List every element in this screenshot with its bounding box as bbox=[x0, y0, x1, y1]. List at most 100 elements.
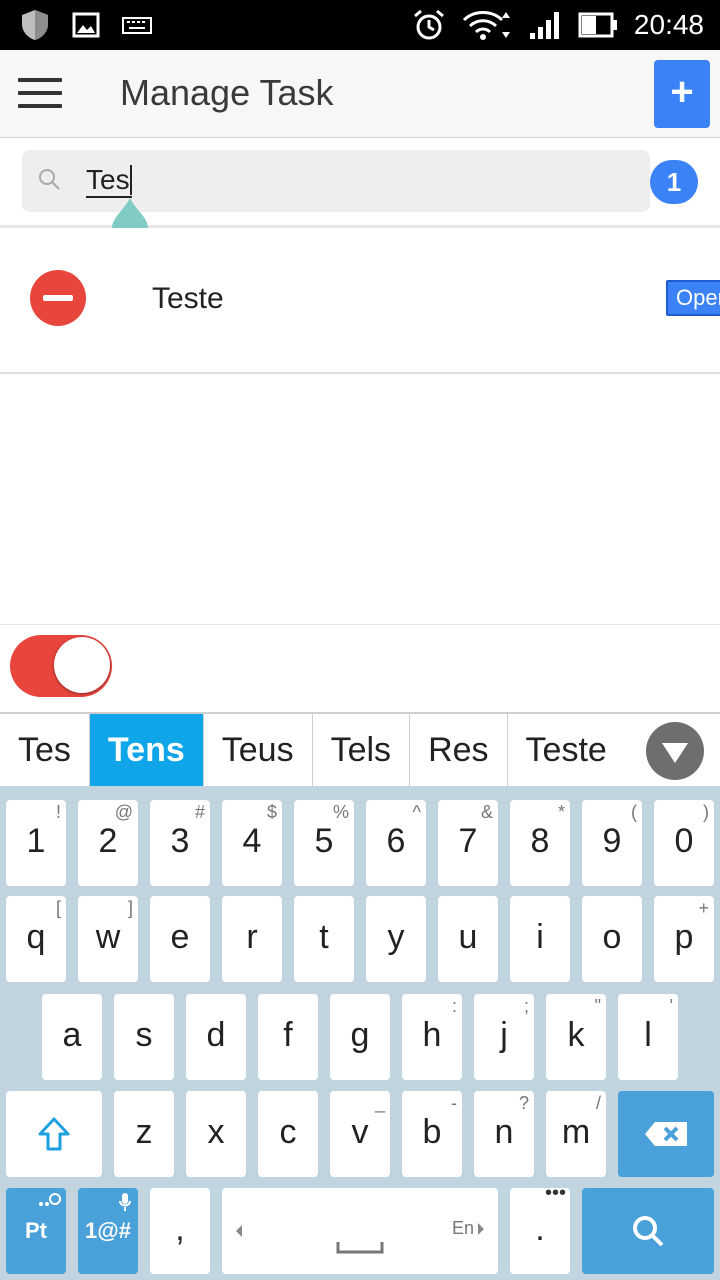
key-label: e bbox=[170, 918, 190, 956]
key-b[interactable]: b- bbox=[402, 1091, 462, 1177]
key-alt-label: + bbox=[698, 898, 709, 918]
key-label: d bbox=[206, 1016, 226, 1054]
key-label: , bbox=[175, 1210, 185, 1248]
key-h[interactable]: h: bbox=[402, 994, 462, 1080]
key-v[interactable]: v _ bbox=[330, 1091, 390, 1177]
menu-button[interactable] bbox=[18, 78, 62, 112]
key-y[interactable]: y bbox=[366, 896, 426, 982]
key-label: q bbox=[26, 918, 46, 956]
battery-icon bbox=[578, 12, 617, 38]
shift-key[interactable] bbox=[6, 1091, 102, 1177]
key-q[interactable]: q[ bbox=[6, 896, 66, 982]
search-key[interactable] bbox=[582, 1188, 714, 1274]
toggle-row bbox=[0, 624, 720, 712]
key-1[interactable]: 1! bbox=[6, 800, 66, 886]
key-alt-label: # bbox=[194, 802, 205, 822]
key-label: z bbox=[135, 1113, 153, 1151]
key-label: g bbox=[350, 1016, 370, 1054]
key-e[interactable]: e bbox=[150, 896, 210, 982]
key-n[interactable]: n? bbox=[474, 1091, 534, 1177]
key-alt-label: ? bbox=[518, 1093, 529, 1113]
key-p[interactable]: p + bbox=[654, 896, 714, 982]
key-i[interactable]: i bbox=[510, 896, 570, 982]
microphone-icon bbox=[119, 1193, 131, 1211]
language-key[interactable]: Pt bbox=[6, 1188, 66, 1274]
suggestion-item[interactable]: Teus bbox=[204, 714, 313, 786]
key-alt-label: ' bbox=[669, 996, 673, 1016]
key-6[interactable]: 6 ^ bbox=[366, 800, 426, 886]
key-x[interactable]: x bbox=[186, 1091, 246, 1177]
key-a[interactable]: a bbox=[42, 994, 102, 1080]
key-g[interactable]: g bbox=[330, 994, 390, 1080]
suggestion-item-active[interactable]: Tens bbox=[89, 714, 204, 786]
key-label: 1 bbox=[26, 822, 46, 860]
key-l[interactable]: l ' bbox=[618, 994, 678, 1080]
key-5[interactable]: 5% bbox=[294, 800, 354, 886]
key-u[interactable]: u bbox=[438, 896, 498, 982]
page-title: Manage Task bbox=[120, 72, 334, 113]
key-alt-label: - bbox=[451, 1093, 457, 1113]
key-0[interactable]: 0) bbox=[654, 800, 714, 886]
space-key[interactable]: En bbox=[222, 1188, 498, 1274]
key-9[interactable]: 9( bbox=[582, 800, 642, 886]
list-item[interactable]: Teste Open bbox=[0, 228, 720, 374]
toggle-switch[interactable] bbox=[10, 635, 112, 697]
key-label: o bbox=[602, 918, 622, 956]
suggestion-bar: Tes Tens Teus Tels Res Teste bbox=[0, 712, 720, 786]
key-alt-label: [ bbox=[55, 898, 61, 918]
key-label: 5 bbox=[314, 822, 334, 860]
key-alt-label: ] bbox=[127, 898, 133, 918]
key-w[interactable]: w] bbox=[78, 896, 138, 982]
key-j[interactable]: j; bbox=[474, 994, 534, 1080]
more-dots: ••• bbox=[544, 1182, 566, 1204]
key-o[interactable]: o bbox=[582, 896, 642, 982]
key-label: b bbox=[422, 1113, 442, 1151]
add-task-button[interactable]: + bbox=[654, 60, 710, 128]
key-label: 7 bbox=[458, 822, 478, 860]
symbols-key[interactable]: 1@# bbox=[78, 1188, 138, 1274]
key-s[interactable]: s bbox=[114, 994, 174, 1080]
symbols-key-label: 1@# bbox=[85, 1218, 131, 1243]
key-alt-label: % bbox=[332, 802, 349, 822]
suggestion-item[interactable]: Tels bbox=[313, 714, 411, 786]
backspace-key[interactable] bbox=[618, 1091, 714, 1177]
suggestion-item[interactable]: Tes bbox=[0, 714, 90, 786]
key-alt-label: ! bbox=[55, 802, 61, 822]
app-bar: Manage Task + bbox=[0, 50, 720, 138]
suggestion-item[interactable]: Res bbox=[410, 714, 508, 786]
keyboard-icon bbox=[122, 17, 152, 34]
key-4[interactable]: 4 $ bbox=[222, 800, 282, 886]
key-label: 8 bbox=[530, 822, 550, 860]
key-label: i bbox=[536, 918, 544, 956]
period-key[interactable]: . ••• bbox=[510, 1182, 570, 1274]
chevron-right-icon bbox=[478, 1223, 484, 1235]
key-7[interactable]: 7 & bbox=[438, 800, 498, 886]
key-c[interactable]: c bbox=[258, 1091, 318, 1177]
space-bar-icon bbox=[336, 1242, 384, 1254]
key-label: j bbox=[500, 1016, 508, 1054]
key-3[interactable]: 3 # bbox=[150, 800, 210, 886]
expand-suggestions-button[interactable] bbox=[646, 722, 704, 780]
signal-icon bbox=[529, 12, 559, 39]
key-label: 2 bbox=[98, 822, 118, 860]
key-f[interactable]: f bbox=[258, 994, 318, 1080]
suggestion-item[interactable]: Teste bbox=[508, 714, 625, 786]
key-alt-label: : bbox=[451, 996, 457, 1016]
key-label: u bbox=[458, 918, 478, 956]
search-icon bbox=[39, 169, 60, 190]
key-2[interactable]: 2 @ bbox=[78, 800, 138, 886]
key-m[interactable]: m / bbox=[546, 1091, 606, 1177]
key-z[interactable]: z bbox=[114, 1091, 174, 1177]
comma-key[interactable]: , bbox=[150, 1188, 210, 1274]
hamburger-icon bbox=[18, 78, 62, 82]
key-d[interactable]: d bbox=[186, 994, 246, 1080]
key-label: m bbox=[561, 1113, 591, 1151]
remove-task-button[interactable] bbox=[30, 270, 86, 326]
status-bar: 20:48 bbox=[0, 0, 720, 50]
key-k[interactable]: k " bbox=[546, 994, 606, 1080]
key-t[interactable]: t bbox=[294, 896, 354, 982]
key-label: 6 bbox=[386, 822, 406, 860]
image-icon bbox=[72, 12, 100, 38]
key-r[interactable]: r bbox=[222, 896, 282, 982]
key-8[interactable]: 8 * bbox=[510, 800, 570, 886]
